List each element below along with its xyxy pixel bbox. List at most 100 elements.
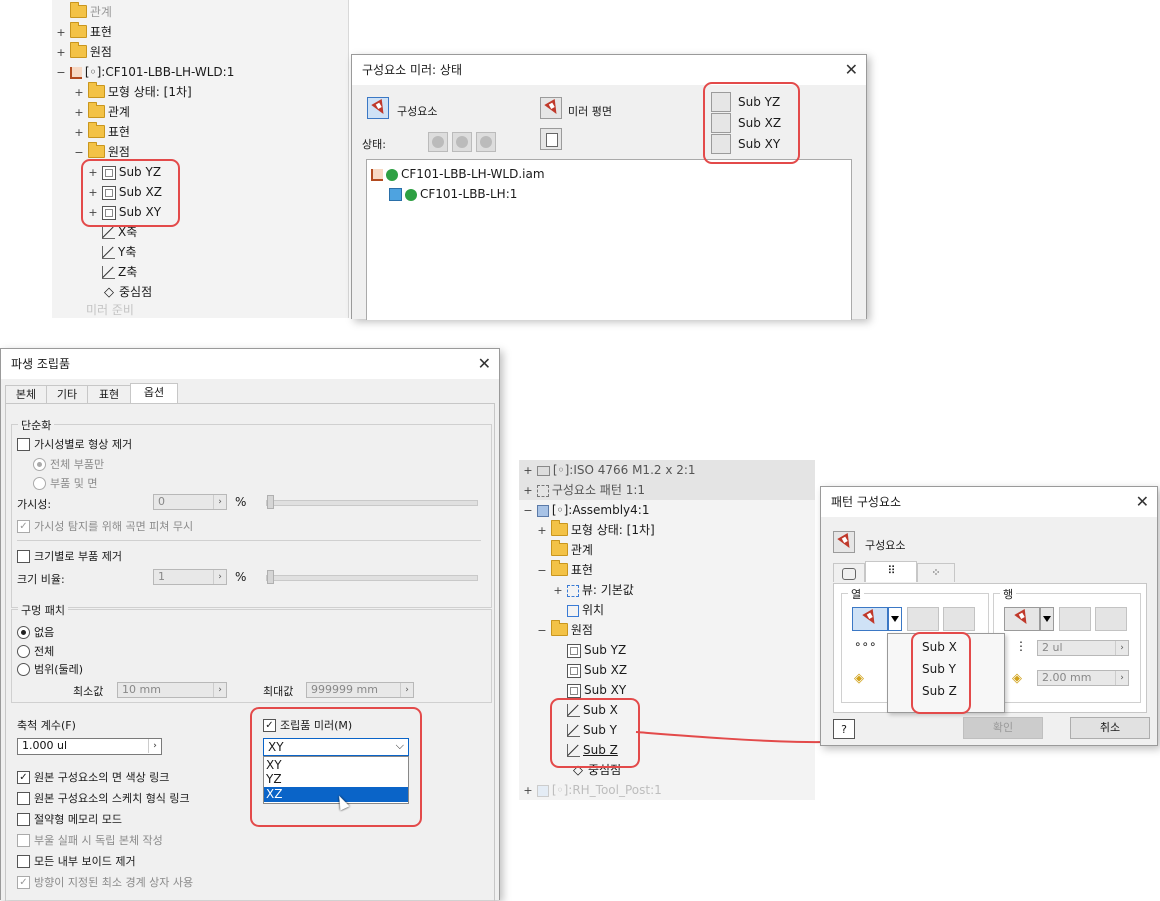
- expand-icon[interactable]: +: [523, 461, 533, 481]
- row-flip-button[interactable]: [1059, 607, 1091, 631]
- tree-item-origin[interactable]: + 원점: [56, 42, 112, 62]
- mirror-plane-select-button[interactable]: [540, 97, 562, 119]
- tree-item-relations-3[interactable]: 관계: [537, 540, 593, 560]
- cancel-button[interactable]: 취소: [1070, 717, 1150, 739]
- tab-circular[interactable]: ⁘: [917, 563, 955, 582]
- tree-item-assembly-cf101[interactable]: − [◦]:CF101-LBB-LH-WLD:1: [56, 62, 234, 82]
- scale-input[interactable]: 1.000 ul ›: [17, 738, 162, 755]
- expand-icon[interactable]: +: [523, 781, 533, 801]
- visibility-slider-thumb[interactable]: [267, 495, 274, 509]
- work-plane-icon: [567, 683, 581, 698]
- list-item[interactable]: CF101-LBB-LH:1: [389, 184, 517, 204]
- tree-item-relations-2[interactable]: + 관계: [74, 102, 130, 122]
- radio-all-parts[interactable]: 전체 부품만: [33, 456, 104, 472]
- component-select-button[interactable]: [367, 97, 389, 119]
- collapse-icon[interactable]: −: [537, 621, 547, 641]
- expand-icon[interactable]: +: [56, 43, 66, 63]
- tree-item-model-state-2[interactable]: + 모형 상태: [1차]: [537, 520, 655, 540]
- close-icon[interactable]: ✕: [478, 349, 491, 379]
- tree-item-component-pattern[interactable]: + 구성요소 패턴 1:1: [523, 480, 645, 500]
- chevron-right-icon: ›: [1115, 671, 1128, 685]
- tree-item-sub-yz-2[interactable]: Sub YZ: [567, 640, 626, 660]
- tree-item-sub-xz-2[interactable]: Sub XZ: [567, 660, 627, 680]
- row-direction-select-button[interactable]: [1004, 607, 1040, 631]
- assembly-icon: [536, 784, 549, 797]
- component-select-button[interactable]: [833, 531, 855, 553]
- link-sketch-style-checkbox[interactable]: 원본 구성요소의 스케치 형식 링크: [17, 790, 190, 806]
- dialog-title: 패턴 구성요소: [821, 487, 1157, 517]
- column-direction-select-button[interactable]: [852, 607, 888, 631]
- visibility-input[interactable]: 0 ›: [153, 494, 227, 510]
- ok-button[interactable]: 확인: [963, 717, 1043, 739]
- help-button[interactable]: ?: [833, 719, 855, 739]
- row-count-input[interactable]: 2 ul ›: [1037, 640, 1129, 656]
- tab-rectangular[interactable]: ⠿: [865, 561, 917, 582]
- radio-hole-none[interactable]: 없음: [17, 624, 54, 640]
- radio-hole-range[interactable]: 범위(둘레): [17, 661, 83, 677]
- visibility-slider[interactable]: [266, 500, 478, 506]
- tree-item-iso-4766[interactable]: + [◦]:ISO 4766 M1.2 x 2:1: [523, 460, 695, 481]
- row-direction-dropdown-button[interactable]: [1040, 607, 1054, 631]
- tree-item-z-axis[interactable]: Z축: [102, 262, 137, 282]
- size-slider[interactable]: [266, 575, 478, 581]
- oriented-box-checkbox[interactable]: ✓ 방향이 지정된 최소 경계 상자 사용: [17, 874, 193, 890]
- collapse-icon[interactable]: −: [56, 63, 66, 83]
- expand-icon[interactable]: +: [523, 481, 533, 501]
- tree-item-model-state[interactable]: + 모형 상태: [1차]: [74, 82, 192, 102]
- radio-hole-all[interactable]: 전체: [17, 643, 54, 659]
- tree-item-center-point[interactable]: ◇ 중심점: [102, 282, 152, 302]
- tree-item-assembly4[interactable]: − [◦]:Assembly4:1: [523, 500, 649, 520]
- status-reuse-button[interactable]: [452, 132, 472, 152]
- row-midplane-button[interactable]: [1095, 607, 1127, 631]
- min-input[interactable]: 10 mm ›: [117, 682, 227, 698]
- link-face-color-checkbox[interactable]: ✓ 원본 구성요소의 면 색상 링크: [17, 769, 169, 785]
- tree-item-rh-tool-post[interactable]: + [◦]:RH_Tool_Post:1: [523, 780, 661, 801]
- tree-item-representations-2[interactable]: + 표현: [74, 122, 130, 142]
- column-flip-button[interactable]: [907, 607, 939, 631]
- tree-item-representations[interactable]: + 표현: [56, 22, 112, 42]
- row-spacing-input[interactable]: 2.00 mm ›: [1037, 670, 1129, 686]
- remove-by-size-checkbox[interactable]: 크기별로 부품 제거: [17, 548, 122, 564]
- expand-icon[interactable]: +: [537, 521, 547, 541]
- remove-by-visibility-checkbox[interactable]: 가시성별로 형상 제거: [17, 436, 132, 452]
- tab-other[interactable]: 기타: [46, 385, 88, 404]
- max-input[interactable]: 999999 mm ›: [306, 682, 414, 698]
- ignore-surfaces-checkbox[interactable]: ✓ 가시성 탐지를 위해 곡면 피쳐 무시: [17, 518, 193, 534]
- size-ratio-input[interactable]: 1 ›: [153, 569, 227, 585]
- chevron-right-icon[interactable]: ›: [148, 739, 161, 753]
- close-icon[interactable]: ✕: [1136, 487, 1149, 517]
- expand-icon[interactable]: +: [553, 581, 563, 601]
- collapse-icon[interactable]: −: [74, 143, 84, 163]
- folder-icon: [87, 102, 105, 118]
- tree-item-view-default[interactable]: + 뷰: 기본값: [553, 580, 633, 601]
- memory-saving-checkbox[interactable]: 절약형 메모리 모드: [17, 811, 122, 827]
- expand-icon[interactable]: +: [74, 123, 84, 143]
- status-mirror-button[interactable]: [428, 132, 448, 152]
- component-list[interactable]: CF101-LBB-LH-WLD.iam CF101-LBB-LH:1: [366, 159, 852, 320]
- view-icon: [566, 584, 579, 597]
- remove-voids-checkbox[interactable]: 모든 내부 보이드 제거: [17, 853, 136, 869]
- column-direction-dropdown-button[interactable]: [888, 607, 902, 631]
- tab-associative[interactable]: [833, 563, 865, 582]
- tab-representation[interactable]: 표현: [87, 385, 131, 404]
- size-slider-thumb[interactable]: [267, 570, 274, 584]
- independent-body-checkbox[interactable]: 부울 실패 시 독립 본체 작성: [17, 832, 163, 848]
- tree-item-y-axis[interactable]: Y축: [102, 242, 136, 262]
- tree-item-relations[interactable]: 관계: [56, 2, 112, 22]
- list-item[interactable]: CF101-LBB-LH-WLD.iam: [371, 164, 545, 184]
- tree-item-position[interactable]: 위치: [567, 600, 604, 620]
- radio-parts-faces[interactable]: 부품 및 면: [33, 475, 97, 491]
- close-icon[interactable]: ✕: [845, 55, 858, 85]
- collapse-icon[interactable]: −: [523, 501, 533, 521]
- expand-icon[interactable]: +: [74, 83, 84, 103]
- column-midplane-button[interactable]: [943, 607, 975, 631]
- collapse-icon[interactable]: −: [537, 561, 547, 581]
- expand-icon[interactable]: +: [56, 23, 66, 43]
- expand-icon[interactable]: +: [74, 103, 84, 123]
- tree-item-origin-3[interactable]: − 원점: [537, 620, 593, 640]
- status-exclude-button[interactable]: [476, 132, 496, 152]
- tree-item-representations-3[interactable]: − 표현: [537, 560, 593, 580]
- tab-body[interactable]: 본체: [5, 385, 47, 404]
- tab-options[interactable]: 옵션: [130, 383, 178, 404]
- copy-button[interactable]: [540, 128, 562, 150]
